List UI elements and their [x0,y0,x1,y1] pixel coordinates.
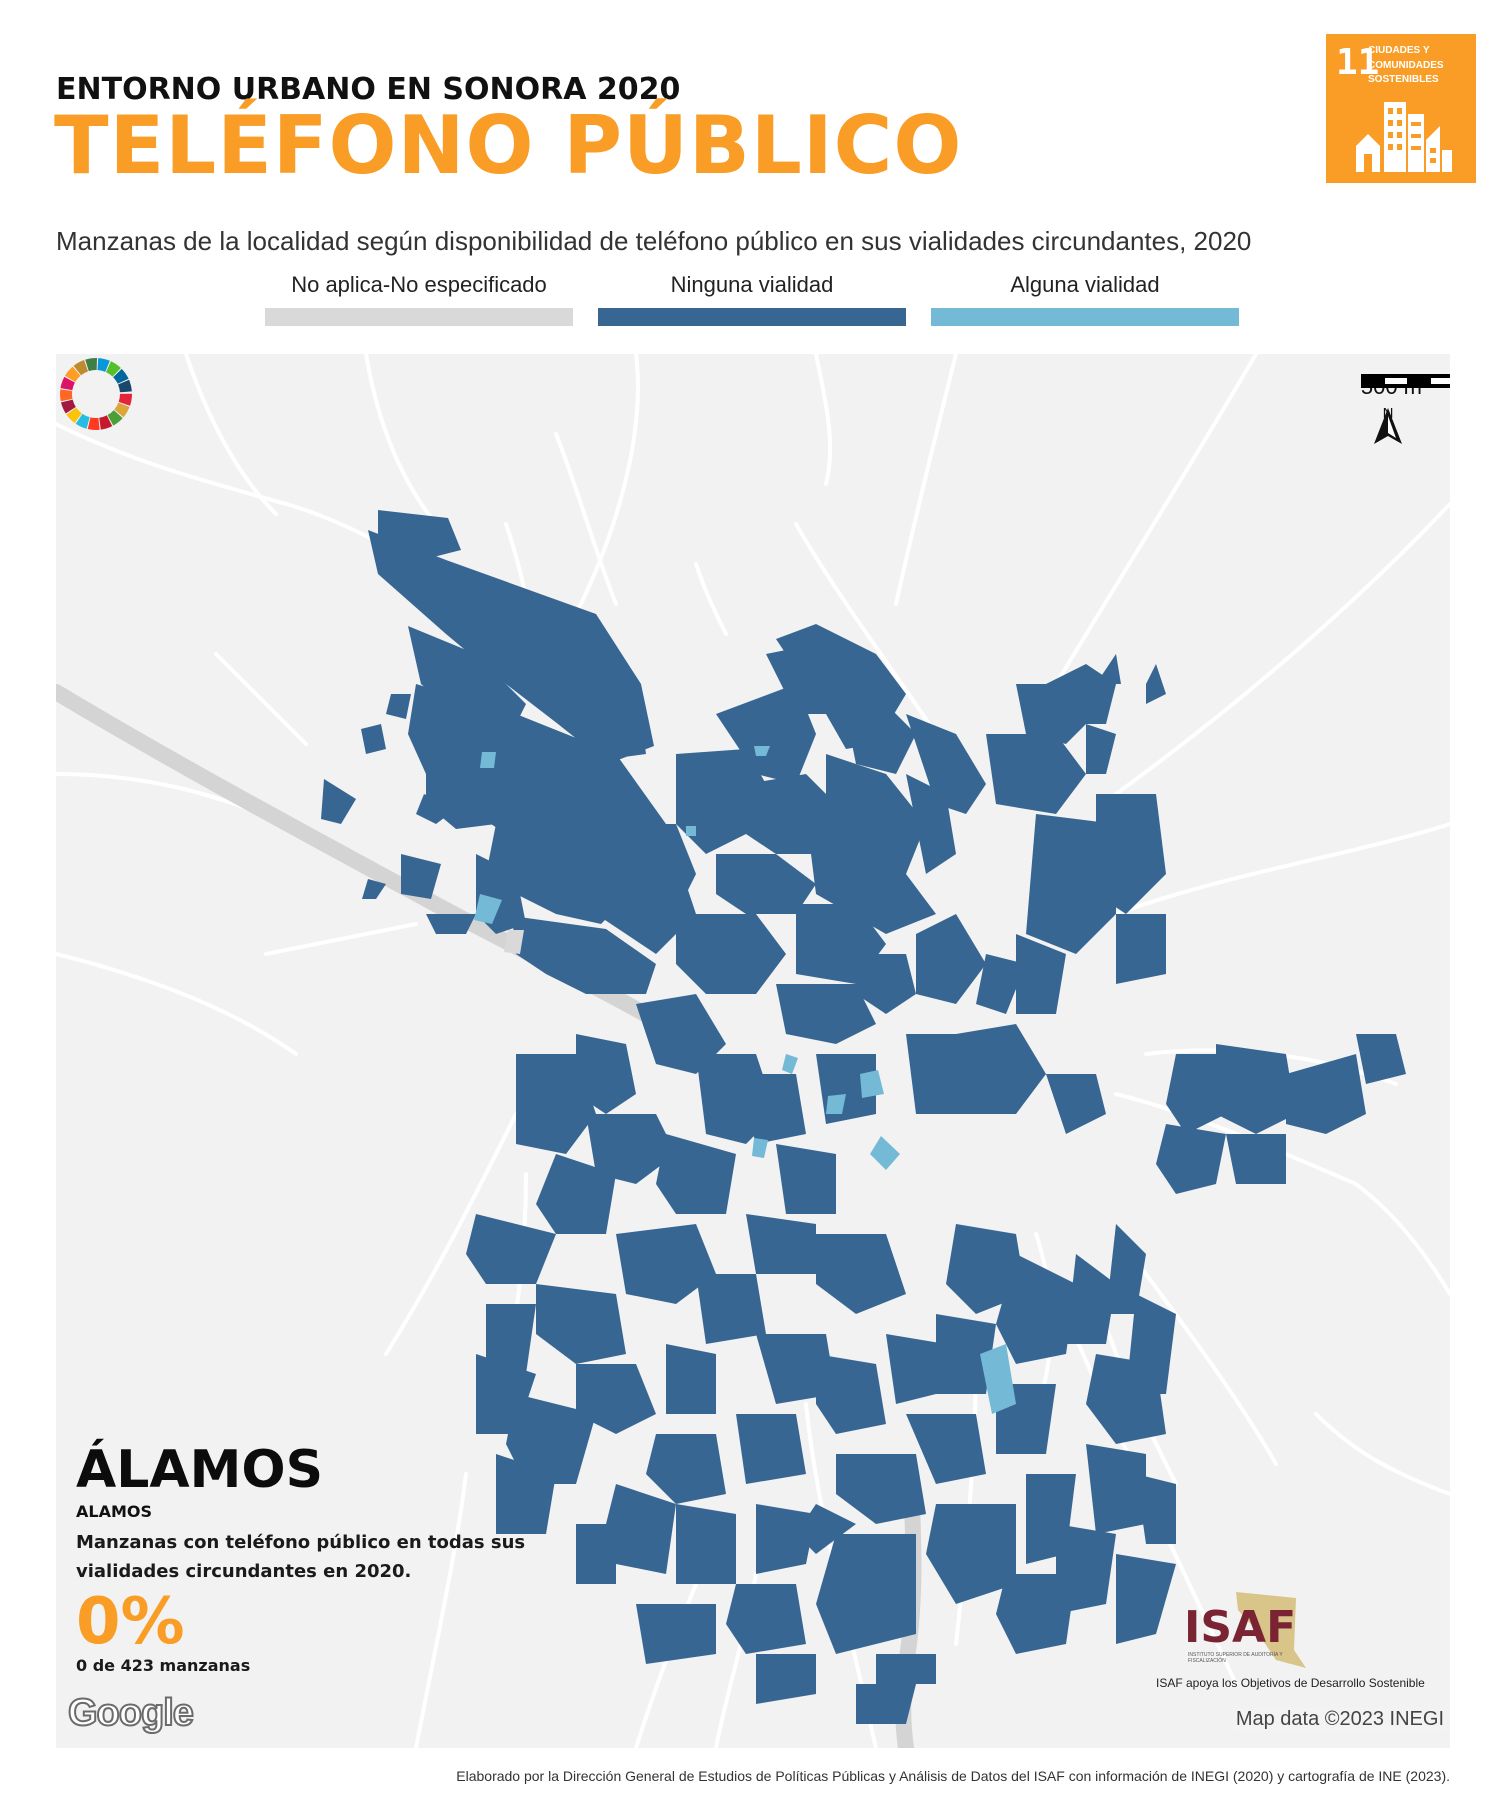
page-title: TELÉFONO PÚBLICO [54,99,963,192]
legend-label: No aplica-No especificado [291,272,547,297]
legend-swatch [931,308,1239,326]
north-arrow-icon [1374,408,1402,444]
map-panel[interactable]: 500 m N ÁLAMOS ALAMOS Manzanas con teléf… [56,354,1450,1748]
legend-item-ninguna: Ninguna vialidad [598,270,906,326]
isaf-small-text: INSTITUTO SUPERIOR DE AUDITORÍA Y FISCAL… [1188,1652,1283,1664]
sdg-11-badge: 11 CIUDADES Y COMUNIDADES SOSTENIBLES [1326,34,1476,183]
sdg-text: CIUDADES Y COMUNIDADES SOSTENIBLES [1368,45,1444,85]
legend-label: Alguna vialidad [1010,272,1160,297]
place-count: 0 de 423 manzanas [76,1656,251,1675]
footer-credit: Elaborado por la Dirección General de Es… [456,1768,1450,1784]
google-logo: Google [67,1691,195,1735]
scale-bar-graphic [1360,374,1450,388]
place-percent: 0% [76,1585,185,1659]
place-name-plain: ALAMOS [76,1502,153,1521]
place-description: Manzanas con teléfono público en todas s… [76,1532,526,1583]
isaf-wordmark: ISAF [1184,1602,1297,1653]
city-buildings-icon [1356,102,1452,172]
north-arrow: N [1366,406,1410,444]
legend-swatch [598,308,906,326]
legend-swatch [265,308,573,326]
legend-label: Ninguna vialidad [670,272,834,297]
legend-item-no-aplica: No aplica-No especificado [265,270,573,326]
isaf-caption: ISAF apoya los Objetivos de Desarrollo S… [1156,1676,1425,1690]
scale-bar: 500 m [1360,374,1450,400]
sdg-wheel-icon [60,358,132,430]
place-name: ÁLAMOS [76,1440,324,1500]
map-attribution: Map data ©2023 INEGI [1233,1708,1446,1731]
legend-item-alguna: Alguna vialidad [931,270,1239,326]
map-subtitle: Manzanas de la localidad según disponibi… [56,226,1252,256]
